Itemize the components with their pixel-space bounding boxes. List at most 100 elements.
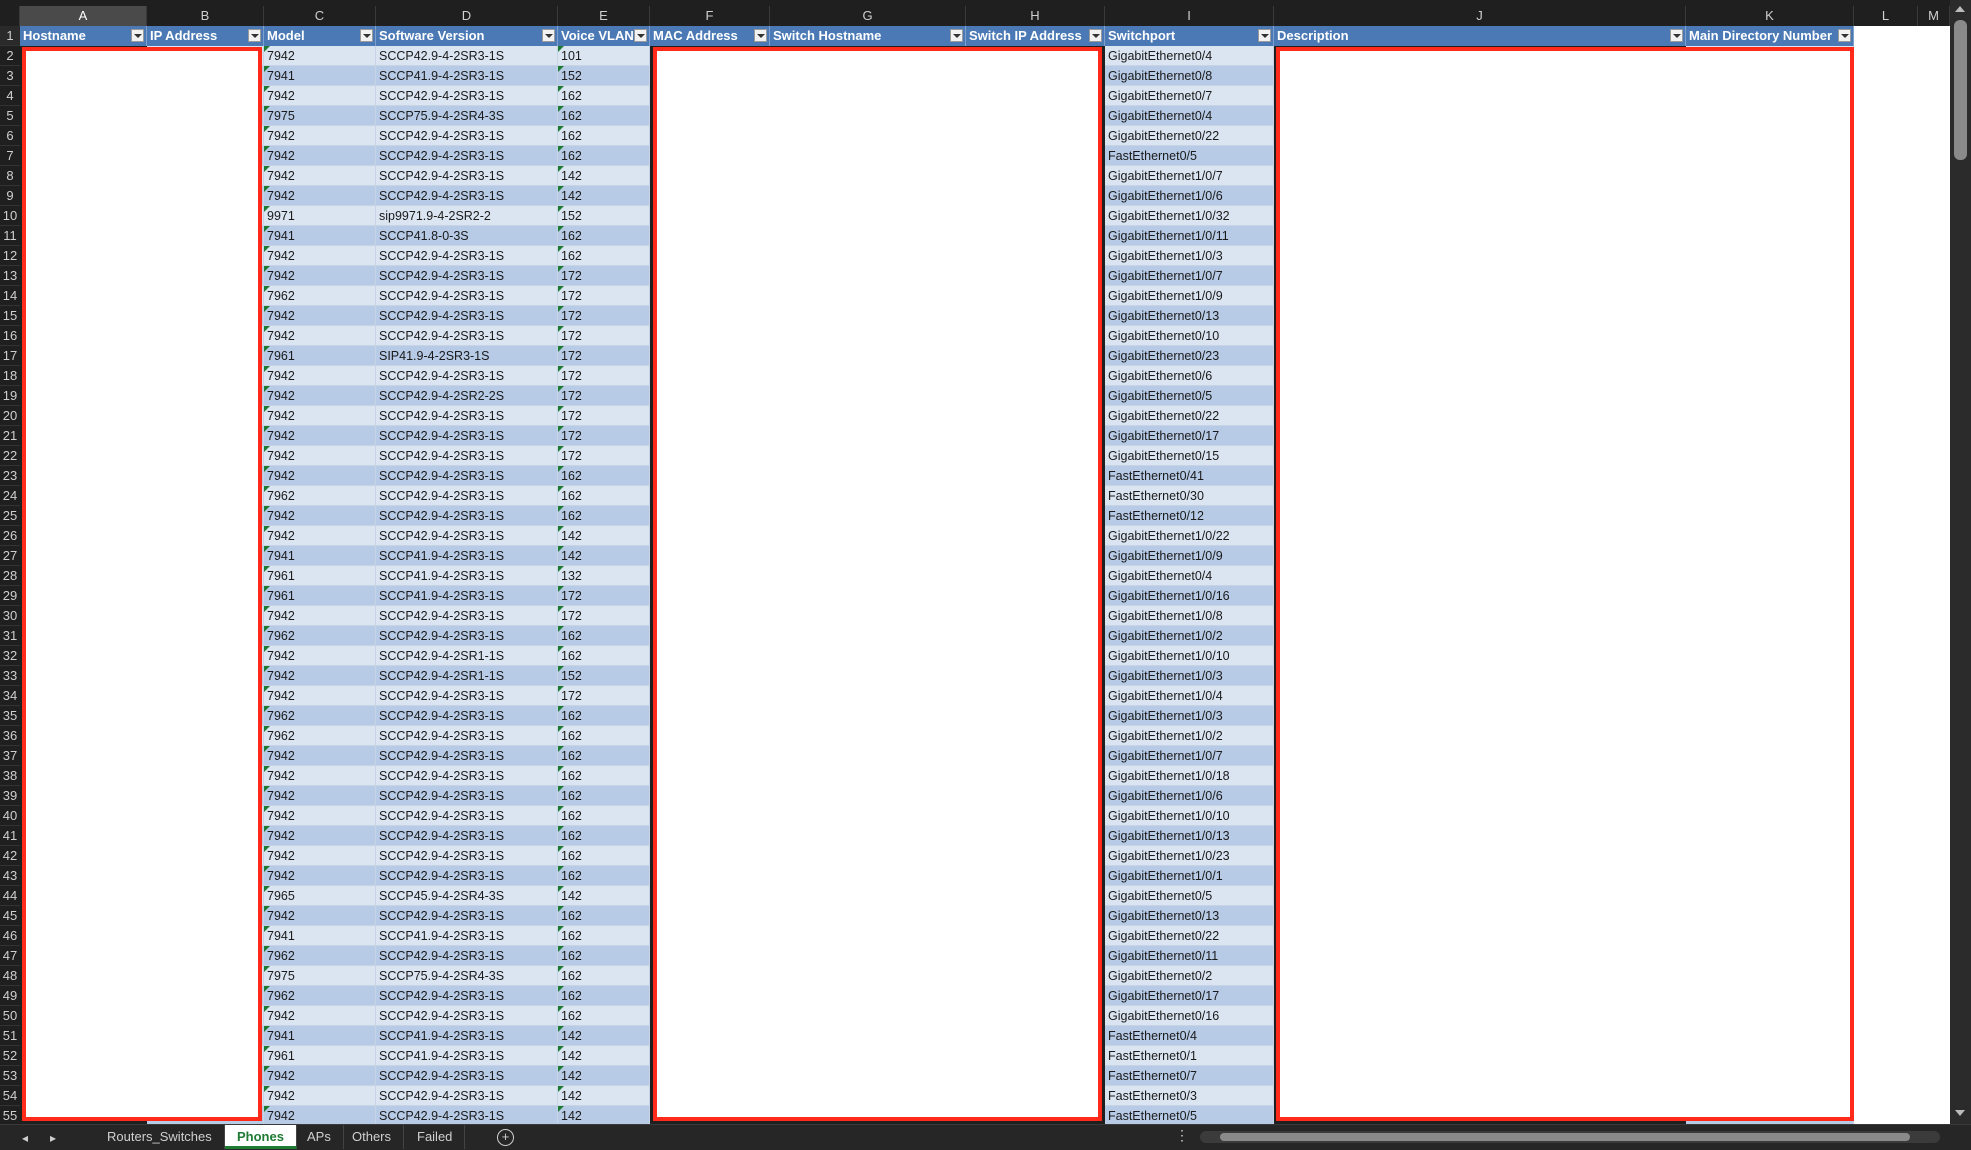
table-cell[interactable]: SCCP75.9-4-2SR4-3S bbox=[376, 966, 558, 986]
table-cell[interactable]: GigabitEthernet0/10 bbox=[1105, 326, 1274, 346]
table-cell[interactable]: 7942 bbox=[264, 786, 376, 806]
table-cell[interactable]: SCCP42.9-4-2SR2-2S bbox=[376, 386, 558, 406]
table-cell[interactable]: 7961 bbox=[264, 1046, 376, 1066]
table-cell[interactable] bbox=[1918, 1046, 1951, 1066]
table-cell[interactable]: FastEthernet0/5 bbox=[1105, 146, 1274, 166]
table-cell[interactable] bbox=[1854, 126, 1919, 146]
filter-dropdown-icon[interactable] bbox=[131, 29, 144, 42]
table-cell[interactable] bbox=[1918, 1106, 1951, 1126]
table-cell[interactable]: FastEthernet0/12 bbox=[1105, 506, 1274, 526]
table-cell[interactable]: 7942 bbox=[264, 466, 376, 486]
row-number[interactable]: 25 bbox=[0, 506, 20, 526]
table-cell[interactable]: SCCP42.9-4-2SR3-1S bbox=[376, 446, 558, 466]
row-number[interactable]: 8 bbox=[0, 166, 20, 186]
table-cell[interactable]: 7942 bbox=[264, 806, 376, 826]
table-cell[interactable]: 7942 bbox=[264, 906, 376, 926]
table-cell[interactable]: SCCP42.9-4-2SR3-1S bbox=[376, 746, 558, 766]
table-cell[interactable]: GigabitEthernet0/13 bbox=[1105, 906, 1274, 926]
table-cell[interactable]: SCCP42.9-4-2SR3-1S bbox=[376, 1006, 558, 1026]
column-header-k[interactable]: K bbox=[1686, 6, 1854, 26]
row-number[interactable]: 28 bbox=[0, 566, 20, 586]
table-cell[interactable]: 7942 bbox=[264, 826, 376, 846]
header-cell-a[interactable]: Hostname bbox=[20, 26, 147, 46]
table-cell[interactable]: 142 bbox=[558, 546, 650, 566]
table-cell[interactable] bbox=[1854, 646, 1919, 666]
table-cell[interactable]: GigabitEthernet1/0/7 bbox=[1105, 746, 1274, 766]
table-cell[interactable] bbox=[1918, 706, 1951, 726]
table-cell[interactable]: SCCP42.9-4-2SR3-1S bbox=[376, 1086, 558, 1106]
table-cell[interactable] bbox=[1918, 446, 1951, 466]
table-cell[interactable] bbox=[1854, 206, 1919, 226]
table-cell[interactable] bbox=[1854, 246, 1919, 266]
table-cell[interactable]: GigabitEthernet1/0/8 bbox=[1105, 606, 1274, 626]
row-number[interactable]: 48 bbox=[0, 966, 20, 986]
table-cell[interactable]: FastEthernet0/7 bbox=[1105, 1066, 1274, 1086]
table-cell[interactable] bbox=[1918, 906, 1951, 926]
more-options-icon[interactable]: ⋮ bbox=[1175, 1127, 1189, 1144]
table-cell[interactable]: SCCP42.9-4-2SR3-1S bbox=[376, 146, 558, 166]
table-cell[interactable]: SCCP42.9-4-2SR3-1S bbox=[376, 306, 558, 326]
table-cell[interactable]: GigabitEthernet0/5 bbox=[1105, 386, 1274, 406]
table-cell[interactable]: 7942 bbox=[264, 1086, 376, 1106]
table-cell[interactable]: 142 bbox=[558, 1086, 650, 1106]
table-cell[interactable]: SCCP42.9-4-2SR3-1S bbox=[376, 766, 558, 786]
row-number[interactable]: 42 bbox=[0, 846, 20, 866]
table-cell[interactable]: 162 bbox=[558, 626, 650, 646]
table-cell[interactable]: 162 bbox=[558, 806, 650, 826]
row-number[interactable]: 30 bbox=[0, 606, 20, 626]
column-header-f[interactable]: F bbox=[650, 6, 770, 26]
table-cell[interactable] bbox=[1854, 1086, 1919, 1106]
table-cell[interactable]: 172 bbox=[558, 446, 650, 466]
table-cell[interactable]: 142 bbox=[558, 166, 650, 186]
table-cell[interactable]: 172 bbox=[558, 606, 650, 626]
table-cell[interactable] bbox=[1918, 526, 1951, 546]
table-cell[interactable]: 7942 bbox=[264, 766, 376, 786]
table-cell[interactable] bbox=[1918, 1006, 1951, 1026]
row-number[interactable]: 53 bbox=[0, 1066, 20, 1086]
table-cell[interactable]: sip9971.9-4-2SR2-2 bbox=[376, 206, 558, 226]
table-cell[interactable]: FastEthernet0/3 bbox=[1105, 1086, 1274, 1106]
table-cell[interactable] bbox=[1918, 506, 1951, 526]
table-cell[interactable]: SCCP42.9-4-2SR3-1S bbox=[376, 426, 558, 446]
table-cell[interactable] bbox=[1854, 86, 1919, 106]
table-cell[interactable]: 172 bbox=[558, 406, 650, 426]
vertical-scrollbar[interactable] bbox=[1950, 0, 1971, 1124]
table-cell[interactable]: 162 bbox=[558, 486, 650, 506]
table-cell[interactable]: GigabitEthernet1/0/10 bbox=[1105, 646, 1274, 666]
table-cell[interactable]: 7942 bbox=[264, 266, 376, 286]
table-cell[interactable] bbox=[1854, 926, 1919, 946]
table-cell[interactable]: 7942 bbox=[264, 746, 376, 766]
row-number[interactable]: 23 bbox=[0, 466, 20, 486]
table-cell[interactable] bbox=[1854, 526, 1919, 546]
table-cell[interactable]: 142 bbox=[558, 886, 650, 906]
table-cell[interactable] bbox=[1918, 726, 1951, 746]
table-cell[interactable] bbox=[1854, 506, 1919, 526]
table-cell[interactable]: GigabitEthernet1/0/16 bbox=[1105, 586, 1274, 606]
table-cell[interactable]: 162 bbox=[558, 986, 650, 1006]
table-cell[interactable] bbox=[1854, 626, 1919, 646]
row-number[interactable]: 20 bbox=[0, 406, 20, 426]
table-cell[interactable]: 7962 bbox=[264, 726, 376, 746]
table-cell[interactable]: 162 bbox=[558, 966, 650, 986]
table-cell[interactable]: 142 bbox=[558, 1026, 650, 1046]
table-cell[interactable]: FastEthernet0/4 bbox=[1105, 1026, 1274, 1046]
table-cell[interactable]: GigabitEthernet1/0/3 bbox=[1105, 666, 1274, 686]
table-cell[interactable]: GigabitEthernet1/0/3 bbox=[1105, 246, 1274, 266]
table-cell[interactable]: 7941 bbox=[264, 1026, 376, 1046]
table-cell[interactable] bbox=[1918, 766, 1951, 786]
table-cell[interactable] bbox=[1918, 326, 1951, 346]
table-cell[interactable] bbox=[1918, 306, 1951, 326]
table-cell[interactable]: GigabitEthernet1/0/13 bbox=[1105, 826, 1274, 846]
table-cell[interactable]: SCCP42.9-4-2SR3-1S bbox=[376, 526, 558, 546]
table-cell[interactable] bbox=[1918, 166, 1951, 186]
table-cell[interactable]: 162 bbox=[558, 906, 650, 926]
row-number[interactable]: 33 bbox=[0, 666, 20, 686]
tab-aps[interactable]: APs bbox=[295, 1125, 344, 1149]
table-cell[interactable] bbox=[1854, 866, 1919, 886]
table-cell[interactable]: 162 bbox=[558, 226, 650, 246]
table-cell[interactable] bbox=[1918, 106, 1951, 126]
table-cell[interactable]: GigabitEthernet0/23 bbox=[1105, 346, 1274, 366]
table-cell[interactable]: SCCP42.9-4-2SR3-1S bbox=[376, 186, 558, 206]
column-header-j[interactable]: J bbox=[1274, 6, 1686, 26]
table-cell[interactable]: SCCP42.9-4-2SR3-1S bbox=[376, 486, 558, 506]
